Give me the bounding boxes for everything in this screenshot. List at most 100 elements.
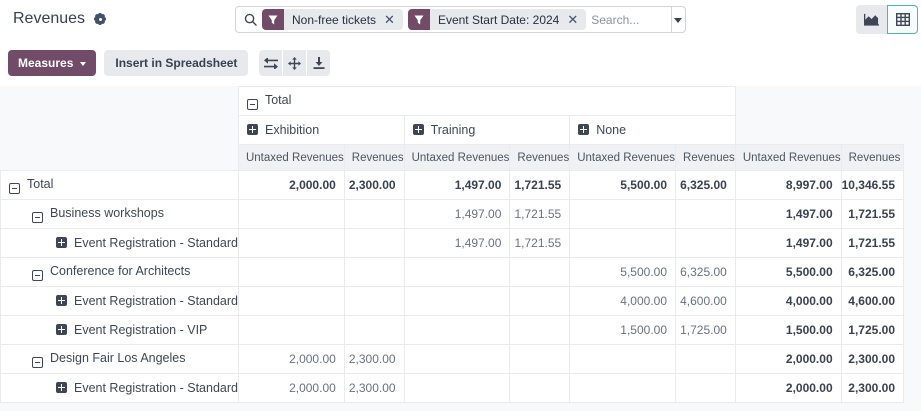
- pivot-cell: [676, 374, 736, 403]
- pivot-cell: 1,497.00: [735, 200, 841, 229]
- pivot-cell: 1,721.55: [510, 229, 570, 258]
- pivot-cell: 4,000.00: [735, 287, 841, 316]
- pivot-view-screen: Revenues Non-free tickets ✕ E: [0, 0, 921, 411]
- pivot-row: Conference for Architects5,500.006,325.0…: [1, 258, 904, 287]
- pivot-measure-header[interactable]: Untaxed Revenues: [570, 145, 676, 171]
- pivot-header-row: Total: [1, 87, 904, 116]
- graph-view-button[interactable]: [856, 5, 887, 34]
- measures-button[interactable]: Measures: [8, 50, 96, 76]
- facet-remove-icon[interactable]: ✕: [567, 13, 586, 26]
- pivot-table-icon: [896, 13, 910, 26]
- control-bar: Measures Insert in Spreadsheet: [0, 40, 921, 86]
- collapse-icon: [32, 212, 43, 223]
- pivot-row: Event Registration - Standard 1,497.001,7…: [1, 229, 904, 258]
- expand-icon: [578, 124, 589, 135]
- pivot-tools: [259, 50, 330, 76]
- download-button[interactable]: [307, 50, 330, 76]
- pivot-content: TotalExhibitionTrainingNoneUntaxed Reven…: [0, 86, 921, 411]
- pivot-col-group-header[interactable]: None: [570, 116, 736, 145]
- expand-icon: [56, 382, 67, 393]
- pivot-measure-header[interactable]: Untaxed Revenues: [735, 145, 841, 171]
- chevron-down-icon: [80, 62, 86, 69]
- pivot-cell: 1,497.00: [404, 171, 510, 200]
- pivot-cell: 10,346.55: [841, 171, 903, 200]
- pivot-cell: 1,497.00: [404, 229, 510, 258]
- pivot-cell: [238, 229, 344, 258]
- pivot-col-root-header[interactable]: Total: [238, 87, 735, 116]
- pivot-cell: 1,721.55: [841, 200, 903, 229]
- pivot-cell: 1,721.55: [510, 171, 570, 200]
- pivot-cell: 2,000.00: [238, 345, 344, 374]
- pivot-cell: [238, 287, 344, 316]
- pivot-cell: 2,000.00: [238, 171, 344, 200]
- pivot-cell: [344, 200, 404, 229]
- gear-icon[interactable]: [93, 12, 107, 26]
- pivot-cell: [510, 374, 570, 403]
- pivot-cell: [344, 316, 404, 345]
- pivot-measure-header[interactable]: Revenues: [841, 145, 903, 171]
- pivot-row-header[interactable]: Conference for Architects: [1, 258, 239, 287]
- pivot-cell: 2,300.00: [841, 374, 903, 403]
- insert-in-spreadsheet-button[interactable]: Insert in Spreadsheet: [104, 50, 248, 76]
- pivot-cell: [510, 345, 570, 374]
- top-bar: Revenues Non-free tickets ✕ E: [0, 0, 921, 40]
- pivot-col-group-header[interactable]: Training: [404, 116, 570, 145]
- pivot-cell: 2,300.00: [344, 374, 404, 403]
- expand-all-button[interactable]: [283, 50, 306, 76]
- pivot-row-header[interactable]: Design Fair Los Angeles: [1, 345, 239, 374]
- pivot-measure-header[interactable]: Revenues: [510, 145, 570, 171]
- collapse-icon: [32, 357, 43, 368]
- pivot-cell: 1,500.00: [570, 316, 676, 345]
- search-dropdown-toggle[interactable]: [671, 7, 685, 32]
- pivot-col-group-header[interactable]: Exhibition: [238, 116, 404, 145]
- pivot-row-header[interactable]: Business workshops: [1, 200, 239, 229]
- pivot-cell: 6,325.00: [676, 171, 736, 200]
- expand-icon: [56, 237, 67, 248]
- filter-facet-event-start-date: Event Start Date: 2024 ✕: [408, 9, 586, 30]
- filter-icon: [408, 9, 430, 30]
- pivot-cell: 2,300.00: [344, 345, 404, 374]
- pivot-cell: [676, 345, 736, 374]
- pivot-row: Design Fair Los Angeles2,000.002,300.002…: [1, 345, 904, 374]
- pivot-measure-header[interactable]: Untaxed Revenues: [404, 145, 510, 171]
- facet-label: Non-free tickets: [284, 13, 384, 27]
- pivot-cell: [344, 287, 404, 316]
- expand-icon: [56, 295, 67, 306]
- pivot-measure-header[interactable]: Revenues: [344, 145, 404, 171]
- pivot-row: Total2,000.002,300.001,497.001,721.555,5…: [1, 171, 904, 200]
- pivot-view-button[interactable]: [887, 5, 918, 34]
- pivot-row-header[interactable]: Event Registration - Standard: [1, 229, 239, 258]
- pivot-cell: 4,000.00: [570, 287, 676, 316]
- pivot-cell: [570, 229, 676, 258]
- pivot-row: Event Registration - Standard4,000.004,6…: [1, 287, 904, 316]
- pivot-measure-header[interactable]: Revenues: [676, 145, 736, 171]
- pivot-cell: [404, 374, 510, 403]
- search-bar[interactable]: Non-free tickets ✕ Event Start Date: 202…: [235, 6, 686, 33]
- pivot-cell: [510, 258, 570, 287]
- pivot-cell: 1,500.00: [735, 316, 841, 345]
- page-title: Revenues: [13, 10, 85, 28]
- pivot-cell: [404, 345, 510, 374]
- search-input[interactable]: [591, 7, 670, 32]
- pivot-row-header[interactable]: Event Registration - Standard: [1, 287, 239, 316]
- flip-axis-icon: [264, 58, 278, 69]
- area-chart-icon: [864, 13, 879, 26]
- title-area: Revenues: [13, 10, 107, 28]
- pivot-header-row: ExhibitionTrainingNone: [1, 116, 904, 145]
- facet-remove-icon[interactable]: ✕: [384, 13, 403, 26]
- pivot-cell: [404, 258, 510, 287]
- pivot-row: Event Registration - Standard2,000.002,3…: [1, 374, 904, 403]
- pivot-cell: [510, 287, 570, 316]
- pivot-cell: 6,325.00: [676, 258, 736, 287]
- flip-axis-button[interactable]: [259, 50, 282, 76]
- filter-icon: [262, 9, 284, 30]
- pivot-row-header[interactable]: Event Registration - VIP: [1, 316, 239, 345]
- pivot-corner-cell: [1, 116, 239, 145]
- pivot-cell: 2,000.00: [735, 345, 841, 374]
- pivot-cell: 1,725.00: [841, 316, 903, 345]
- pivot-measure-header[interactable]: Untaxed Revenues: [238, 145, 344, 171]
- pivot-cell: [570, 374, 676, 403]
- expand-icon: [413, 124, 424, 135]
- pivot-row-header[interactable]: Total: [1, 171, 239, 200]
- pivot-row-header[interactable]: Event Registration - Standard: [1, 374, 239, 403]
